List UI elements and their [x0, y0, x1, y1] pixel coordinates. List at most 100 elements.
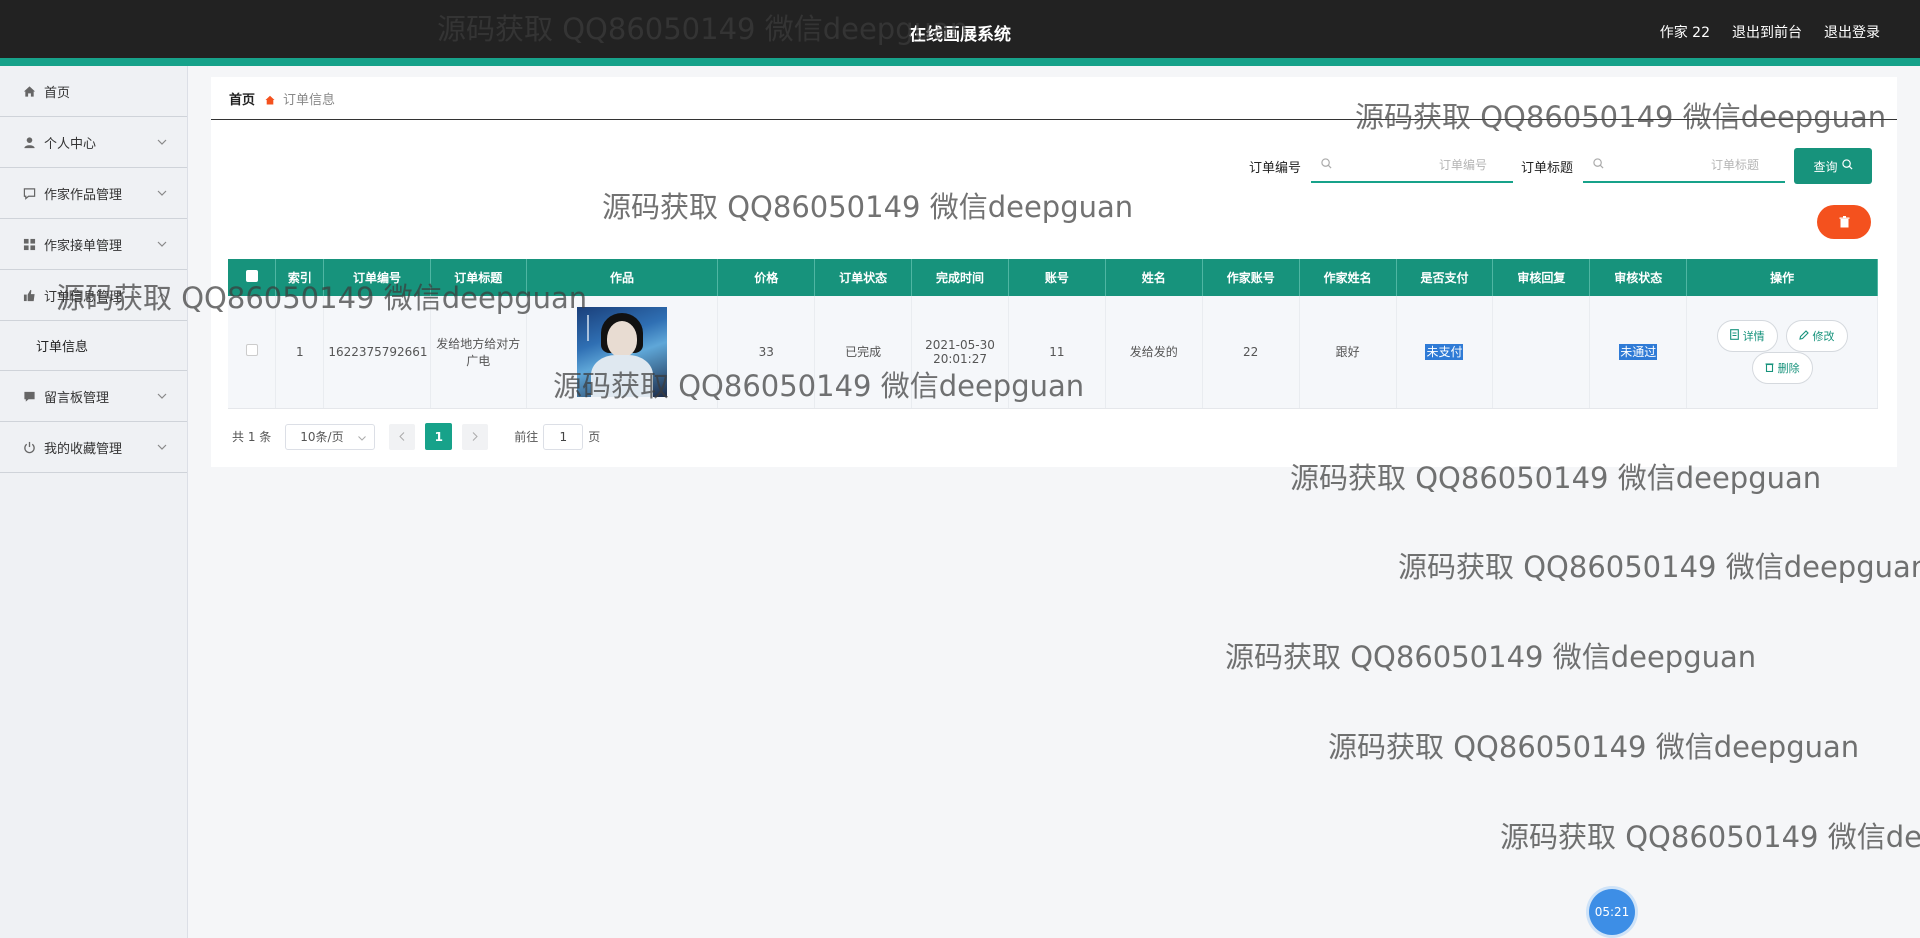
- search-icon: [1593, 158, 1604, 172]
- order-table: 索引 订单编号 订单标题 作品 价格 订单状态 完成时间 账号 姓名 作家账号 …: [228, 259, 1878, 409]
- logout-link[interactable]: 退出登录: [1824, 22, 1880, 42]
- chevron-down-icon: [157, 440, 167, 455]
- cell-review-status: 未通过: [1589, 296, 1688, 409]
- sidebar-item-works[interactable]: 作家作品管理: [0, 168, 187, 219]
- order-no-input[interactable]: [1310, 149, 1513, 181]
- grid-icon: [22, 237, 36, 251]
- sidebar-item-personal-center[interactable]: 个人中心: [0, 117, 187, 168]
- page-unit: 页: [588, 430, 601, 444]
- page-number[interactable]: 1: [425, 423, 453, 450]
- power-icon: [22, 440, 36, 454]
- home-icon: [22, 84, 36, 98]
- sidebar-item-label: 作家接单管理: [44, 238, 123, 254]
- cell-operations: 详情 修改 删除: [1686, 296, 1878, 409]
- cell-paid: 未支付: [1396, 296, 1494, 409]
- next-page-button[interactable]: [462, 423, 489, 450]
- current-user: 作家 22: [1659, 25, 1710, 41]
- app-title: 在线画展系统: [909, 25, 1011, 45]
- table-row: 1 1622375792661 发给地方给对方广电 33 已完成 2021-05…: [228, 296, 1878, 409]
- sidebar-item-label: 留言板管理: [44, 390, 110, 406]
- sidebar-item-home[interactable]: 首页: [0, 66, 187, 117]
- goto-label: 前往: [514, 430, 539, 444]
- cell-artwork: [526, 296, 719, 409]
- breadcrumb-current: 订单信息: [283, 93, 336, 108]
- edit-button[interactable]: 修改: [1785, 320, 1848, 352]
- total-count: 共 1 条: [232, 430, 272, 444]
- edit-label: 修改: [1812, 330, 1835, 343]
- column-header: 订单状态: [814, 259, 913, 296]
- detail-button[interactable]: 详情: [1716, 319, 1778, 352]
- paid-status-text: 未支付: [1425, 344, 1464, 361]
- top-header: 在线画展系统 作家 22 退出到前台 退出登录: [0, 0, 1920, 66]
- goto-page-input[interactable]: [543, 423, 584, 450]
- batch-delete-button[interactable]: [1817, 205, 1871, 239]
- sidebar-item-order-info-management[interactable]: 订单信息管理: [0, 270, 187, 321]
- sidebar-item-label: 个人中心: [44, 136, 97, 152]
- breadcrumb-home[interactable]: 首页: [229, 89, 255, 108]
- cell-writer-account: 22: [1202, 296, 1300, 409]
- delete-button[interactable]: 删除: [1751, 352, 1813, 384]
- watermark-text: 源码获取 QQ86050149 微信deepguan: [1398, 550, 1920, 584]
- row-checkbox[interactable]: [245, 344, 258, 357]
- sidebar: 首页 个人中心 作家作品管理 作家接单管理 订单信息管理 订单信息 留言板管理 …: [0, 66, 188, 938]
- order-no-label: 订单编号: [1248, 160, 1301, 176]
- search-icon: [1321, 158, 1332, 172]
- sidebar-item-label: 订单信息管理: [44, 289, 123, 305]
- chevron-down-icon: [358, 430, 367, 444]
- sidebar-item-label: 我的收藏管理: [44, 441, 123, 457]
- trash-icon: [1839, 213, 1850, 232]
- cell-order-title: 发给地方给对方广电: [430, 296, 527, 409]
- order-title-field: [1583, 149, 1785, 183]
- breadcrumb-divider: [211, 119, 1897, 120]
- clock-badge: 05:21: [1589, 889, 1635, 935]
- cell-finish-time: 2021-05-30 20:01:27: [911, 296, 1009, 409]
- cell-index: 1: [275, 296, 325, 409]
- select-all-checkbox[interactable]: [245, 270, 258, 282]
- cell-order-status: 已完成: [814, 296, 913, 409]
- house-icon: [265, 94, 275, 104]
- sidebar-item-order-info[interactable]: 订单信息: [0, 321, 187, 371]
- cell-name: 发给发的: [1105, 296, 1203, 409]
- page-size-value: 10条/页: [300, 430, 344, 444]
- watermark-text: 源码获取 QQ86050149 微信deepguan: [1500, 820, 1920, 854]
- watermark-text: 源码获取 QQ86050149 微信deepguan: [1328, 730, 1860, 764]
- sidebar-item-orders-taken[interactable]: 作家接单管理: [0, 219, 187, 270]
- column-header: 审核状态: [1589, 259, 1688, 296]
- back-to-front-link[interactable]: 退出到前台: [1732, 22, 1802, 42]
- column-header: 作家账号: [1202, 259, 1300, 296]
- thumb-up-icon: [22, 288, 36, 302]
- prev-page-button[interactable]: [389, 423, 416, 450]
- sidebar-item-favorites[interactable]: 我的收藏管理: [0, 422, 187, 473]
- comment-icon: [22, 389, 36, 403]
- sidebar-item-label: 作家作品管理: [44, 187, 123, 203]
- page-size-select[interactable]: 10条/页: [285, 423, 376, 450]
- chevron-left-icon: [399, 430, 405, 444]
- cell-order-no: 1622375792661: [323, 296, 431, 409]
- chevron-down-icon: [157, 237, 167, 252]
- column-header: 作品: [526, 259, 719, 296]
- cell-writer-name: 跟好: [1299, 296, 1397, 409]
- chevron-down-icon: [157, 389, 167, 404]
- sidebar-item-message-board[interactable]: 留言板管理: [0, 371, 187, 422]
- review-status-text: 未通过: [1619, 344, 1658, 361]
- cell-price: 33: [717, 296, 816, 409]
- pencil-icon: [1798, 329, 1809, 343]
- watermark-text: 源码获取 QQ86050149 微信deepguan: [1225, 640, 1757, 674]
- table-header-row: 索引 订单编号 订单标题 作品 价格 订单状态 完成时间 账号 姓名 作家账号 …: [228, 259, 1878, 296]
- chevron-up-icon: [157, 288, 167, 303]
- column-header: 操作: [1686, 259, 1878, 296]
- chevron-down-icon: [157, 135, 167, 150]
- column-header: 订单编号: [323, 259, 431, 296]
- column-header: 完成时间: [911, 259, 1009, 296]
- trash-icon: [1765, 362, 1774, 375]
- order-title-label: 订单标题: [1520, 160, 1573, 176]
- document-icon: [1729, 328, 1739, 343]
- query-button[interactable]: 查询: [1794, 148, 1872, 184]
- column-header: 订单标题: [430, 259, 527, 296]
- column-header: 审核回复: [1492, 259, 1591, 296]
- column-header: 姓名: [1105, 259, 1203, 296]
- cell-account: 11: [1008, 296, 1106, 409]
- delete-label: 删除: [1777, 362, 1800, 375]
- order-title-input[interactable]: [1583, 149, 1785, 181]
- select-all-header: [228, 259, 277, 296]
